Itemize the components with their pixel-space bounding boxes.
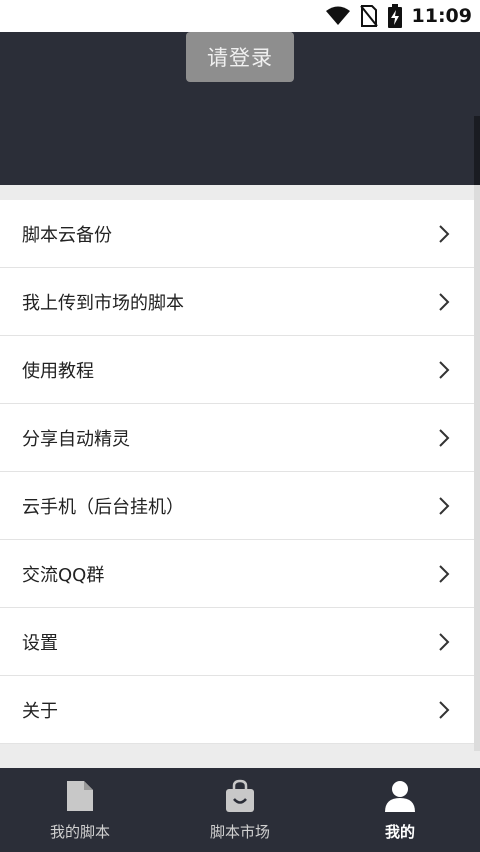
chevron-right-icon — [438, 427, 452, 449]
document-icon — [65, 779, 95, 813]
menu-item-label: 脚本云备份 — [22, 224, 112, 246]
header-edge — [474, 116, 480, 188]
menu-item-label: 关于 — [22, 700, 58, 722]
clock-time: 11:09 — [411, 5, 472, 27]
chevron-right-icon — [438, 631, 452, 653]
status-bar: 11:09 — [0, 0, 480, 32]
wifi-icon — [325, 6, 350, 26]
chevron-right-icon — [438, 223, 452, 245]
no-sim-icon — [359, 5, 378, 27]
person-icon — [384, 779, 416, 813]
shopping-bag-icon — [224, 779, 256, 813]
nav-label: 脚本市场 — [209, 822, 270, 841]
menu-item-my-uploads[interactable]: 我上传到市场的脚本 — [0, 268, 474, 336]
menu-item-qq-group[interactable]: 交流QQ群 — [0, 540, 474, 608]
menu-item-about[interactable]: 关于 — [0, 676, 474, 744]
menu-item-label: 我上传到市场的脚本 — [22, 292, 184, 314]
menu-item-share[interactable]: 分享自动精灵 — [0, 404, 474, 472]
chevron-right-icon — [438, 359, 452, 381]
menu-item-label: 云手机（后台挂机） — [22, 496, 184, 518]
login-button[interactable]: 请登录 — [186, 32, 294, 82]
menu-item-cloud-backup[interactable]: 脚本云备份 — [0, 200, 474, 268]
menu-item-label: 交流QQ群 — [22, 564, 105, 586]
chevron-right-icon — [438, 495, 452, 517]
nav-tab-script-market[interactable]: 脚本市场 — [160, 768, 320, 852]
menu-item-cloud-phone[interactable]: 云手机（后台挂机） — [0, 472, 474, 540]
chevron-right-icon — [438, 563, 452, 585]
menu-item-label: 设置 — [22, 632, 58, 654]
chevron-right-icon — [438, 291, 452, 313]
menu-item-settings[interactable]: 设置 — [0, 608, 474, 676]
nav-tab-my-scripts[interactable]: 我的脚本 — [0, 768, 160, 852]
scroll-rail — [474, 185, 480, 751]
menu-item-label: 分享自动精灵 — [22, 428, 130, 450]
chevron-right-icon — [438, 699, 452, 721]
profile-header: 请登录 — [0, 32, 480, 188]
status-icons: 11:09 — [325, 0, 472, 32]
nav-label: 我的 — [384, 822, 415, 841]
nav-label: 我的脚本 — [49, 822, 110, 841]
nav-tab-mine[interactable]: 我的 — [320, 768, 480, 852]
menu-item-tutorial[interactable]: 使用教程 — [0, 336, 474, 404]
menu-item-label: 使用教程 — [22, 360, 94, 382]
bottom-nav: 我的脚本 脚本市场 我的 — [0, 768, 480, 852]
battery-charging-icon — [387, 4, 402, 28]
settings-menu: 脚本云备份 我上传到市场的脚本 使用教程 分享自动精灵 云手机（后台挂机） 交流… — [0, 200, 474, 744]
